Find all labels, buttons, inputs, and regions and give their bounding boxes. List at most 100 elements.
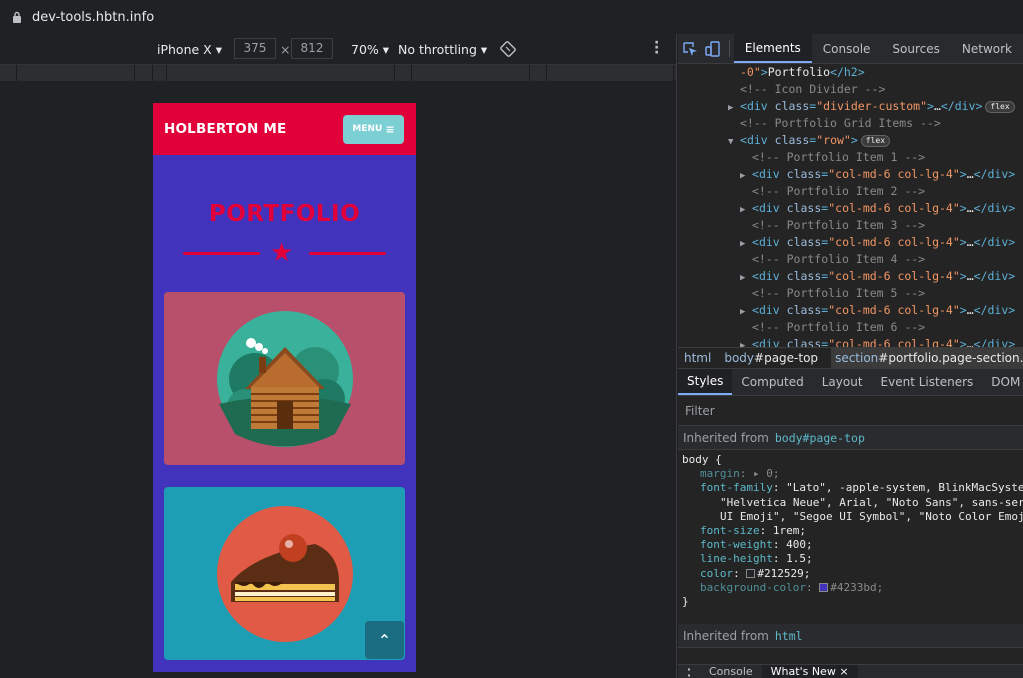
width-input[interactable]: 375 — [234, 38, 276, 59]
caret-down-icon: ▾ — [480, 42, 488, 57]
expand-triangle-icon[interactable]: ▶ — [740, 338, 752, 347]
inspect-element-icon[interactable] — [678, 34, 701, 63]
icon-divider: ★ — [153, 239, 416, 269]
flex-badge[interactable]: flex — [985, 100, 1015, 113]
tab-layout[interactable]: Layout — [813, 369, 872, 395]
expand-triangle-icon[interactable]: ▶ — [740, 304, 752, 321]
color-swatch[interactable] — [746, 569, 756, 579]
breadcrumb-item[interactable]: body#page-top — [724, 351, 818, 365]
dom-node[interactable]: ▶ <div class="col-md-6 col-lg-4">…</div> — [678, 302, 1023, 319]
dom-node[interactable]: ▶ <div class="col-md-6 col-lg-4">…</div> — [678, 268, 1023, 285]
dom-tree[interactable]: -0">Portfolio</h2> <!-- Icon Divider -->… — [678, 64, 1023, 347]
drawer-tab-whats-new[interactable]: What's New × — [761, 665, 858, 678]
css-property[interactable]: color: #212529; — [682, 567, 1019, 581]
cake-illustration — [216, 505, 353, 642]
inherited-selector-link[interactable]: body#page-top — [775, 431, 865, 445]
address-bar[interactable]: dev-tools.hbtn.info — [0, 0, 1023, 34]
caret-down-icon: ▾ — [215, 42, 222, 57]
dom-comment[interactable]: <!-- Portfolio Item 5 --> — [678, 285, 1023, 302]
lock-icon — [13, 11, 21, 23]
rotate-icon[interactable] — [500, 41, 516, 57]
expand-triangle-icon[interactable]: ▶ — [740, 202, 752, 219]
tab-dom-breakpoints[interactable]: DOM Breakpoints — [982, 369, 1023, 395]
dom-comment[interactable]: <!-- Portfolio Grid Items --> — [678, 115, 1023, 132]
css-property[interactable]: font-family: "Lato", -apple-system, Blin… — [682, 481, 1023, 495]
throttling-select[interactable]: No throttling ▾ — [398, 42, 487, 57]
chevron-up-icon: ⌃ — [377, 630, 392, 650]
css-property-continued: "Helvetica Neue", Arial, "Noto Sans", sa… — [720, 495, 1023, 509]
rule-close: } — [682, 595, 689, 609]
portfolio-item-cabin[interactable] — [164, 292, 405, 465]
dom-node[interactable]: ▶ <div class="col-md-6 col-lg-4">…</div> — [678, 336, 1023, 347]
site-navbar: HOLBERTON ME MENU ≡ — [153, 103, 416, 155]
styles-pane-tabs: Styles Computed Layout Event Listeners D… — [678, 369, 1023, 396]
dom-node[interactable]: ▼ <div class="row"> flex — [678, 132, 1023, 149]
css-property[interactable]: font-weight: 400; — [682, 538, 1019, 552]
scroll-to-top-button[interactable]: ⌃ — [365, 621, 404, 659]
dom-comment[interactable]: <!-- Portfolio Item 3 --> — [678, 217, 1023, 234]
breadcrumb-item[interactable]: html — [684, 351, 711, 365]
inherited-header: Inherited from html — [678, 624, 1023, 648]
emulated-page: HOLBERTON ME MENU ≡ PORTFOLIO ★ ⌃ — [153, 103, 416, 672]
device-select[interactable]: iPhone X ▾ — [157, 42, 222, 57]
cabin-illustration — [216, 310, 353, 447]
dom-comment[interactable]: <!-- Portfolio Item 1 --> — [678, 149, 1023, 166]
dom-node[interactable]: ▶ <div class="col-md-6 col-lg-4">…</div> — [678, 234, 1023, 251]
css-rule[interactable]: body { margin: ▸ 0; font-family: "Lato",… — [678, 450, 1023, 624]
dom-comment[interactable]: <!-- Portfolio Item 2 --> — [678, 183, 1023, 200]
flex-badge[interactable]: flex — [860, 134, 891, 147]
media-query-ruler[interactable] — [0, 64, 676, 81]
device-viewport: iPhone X ▾ 375 × 812 70% ▾ No throttling… — [0, 34, 677, 678]
star-icon: ★ — [270, 238, 294, 268]
url-text[interactable]: dev-tools.hbtn.info — [32, 10, 154, 25]
dom-comment[interactable]: <!-- Icon Divider --> — [678, 81, 1023, 98]
devtools-panel: Elements Console Sources Network -0">Por… — [678, 34, 1023, 678]
expand-triangle-icon: ▸ — [753, 467, 767, 481]
breadcrumb: html body#page-top section#portfolio.pag… — [678, 347, 1023, 369]
caret-down-icon: ▾ — [382, 42, 390, 57]
breadcrumb-item-selected[interactable]: section#portfolio.page-section.portfolio — [831, 348, 1023, 368]
tab-sources[interactable]: Sources — [881, 34, 950, 63]
expand-triangle-icon[interactable]: ▶ — [740, 236, 752, 253]
divider-line — [309, 252, 386, 255]
tab-network[interactable]: Network — [951, 34, 1023, 63]
site-brand[interactable]: HOLBERTON ME — [164, 121, 286, 137]
tab-console[interactable]: Console — [812, 34, 882, 63]
css-property[interactable]: margin: ▸ 0; — [682, 467, 1019, 481]
expand-triangle-icon[interactable]: ▶ — [728, 100, 740, 117]
menu-button[interactable]: MENU ≡ — [343, 114, 404, 144]
hamburger-icon: ≡ — [385, 122, 395, 136]
dimension-separator: × — [280, 42, 291, 57]
rule-selector[interactable]: body { — [682, 453, 1019, 467]
zoom-select[interactable]: 70% ▾ — [351, 42, 389, 57]
tab-elements[interactable]: Elements — [733, 34, 812, 63]
tab-computed[interactable]: Computed — [732, 369, 812, 395]
more-options-icon[interactable]: · · · — [654, 36, 659, 60]
tab-event-listeners[interactable]: Event Listeners — [872, 369, 983, 395]
collapse-triangle-icon[interactable]: ▼ — [728, 134, 740, 151]
expand-triangle-icon[interactable]: ▶ — [740, 270, 752, 287]
inherited-selector-link[interactable]: html — [775, 629, 803, 643]
dom-comment[interactable]: <!-- Portfolio Item 4 --> — [678, 251, 1023, 268]
tab-styles[interactable]: Styles — [678, 369, 733, 395]
css-property[interactable]: background-color: #4233bd; — [682, 581, 1019, 595]
styles-filter-input[interactable]: Filter — [678, 396, 1023, 426]
expand-triangle-icon[interactable]: ▶ — [740, 168, 752, 185]
dom-node[interactable]: ▶ <div class="divider-custom">…</div> flex — [678, 98, 1023, 115]
dom-node[interactable]: ▶ <div class="col-md-6 col-lg-4">…</div> — [678, 200, 1023, 217]
close-icon[interactable]: × — [839, 665, 848, 678]
more-options-icon[interactable]: · · — [678, 665, 700, 678]
dom-comment[interactable]: <!-- Portfolio Item 6 --> — [678, 319, 1023, 336]
drawer-tab-console[interactable]: Console — [700, 665, 762, 678]
drawer-tabbar: · · Console What's New × — [678, 664, 1023, 678]
device-toolbar: iPhone X ▾ 375 × 812 70% ▾ No throttling… — [0, 34, 676, 64]
dom-node[interactable]: ▶ <div class="col-md-6 col-lg-4">…</div> — [678, 166, 1023, 183]
height-input[interactable]: 812 — [291, 38, 333, 59]
css-property[interactable]: line-height: 1.5; — [682, 552, 1019, 566]
section-title: PORTFOLIO — [208, 201, 361, 227]
device-toggle-icon[interactable] — [701, 34, 724, 63]
css-property[interactable]: font-size: 1rem; — [682, 524, 1019, 538]
devtools-tabbar: Elements Console Sources Network — [678, 34, 1023, 64]
dom-node[interactable]: -0">Portfolio</h2> — [678, 64, 1023, 81]
color-swatch[interactable] — [819, 583, 829, 593]
